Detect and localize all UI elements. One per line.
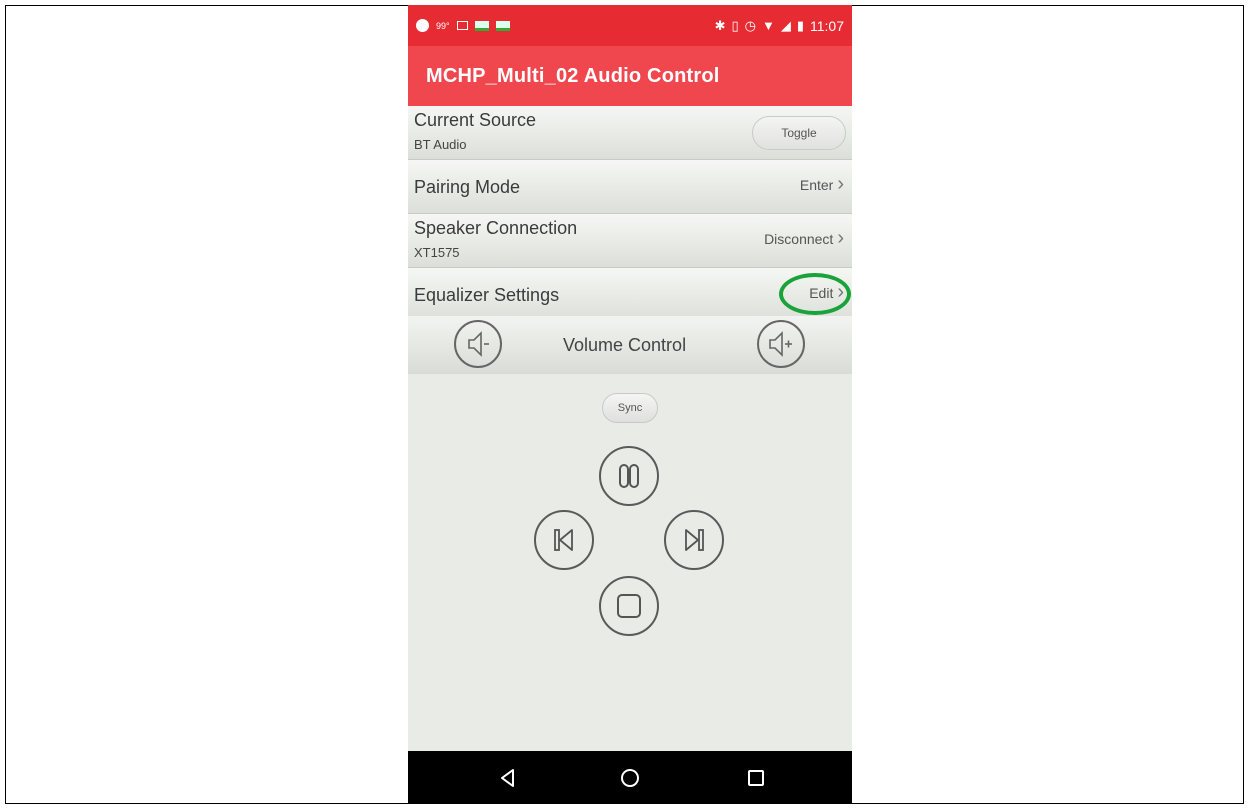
enter-label: Enter: [799, 176, 834, 193]
back-icon[interactable]: [496, 766, 520, 790]
equalizer-settings-row[interactable]: Equalizer Settings Edit ›: [408, 268, 852, 322]
app-title: MCHP_Multi_02 Audio Control: [426, 64, 720, 87]
temperature-text: 99°: [436, 20, 450, 31]
notification-icon: [416, 19, 429, 32]
enter-button[interactable]: Enter ›: [800, 173, 844, 196]
chevron-right-icon: ›: [837, 173, 844, 195]
speaker-connection-title: Speaker Connection: [414, 218, 578, 238]
volume-down-icon: [468, 331, 489, 357]
chevron-right-icon: ›: [837, 227, 844, 249]
stop-button[interactable]: [599, 576, 659, 636]
phone-screen: 99° ✱ ▯ ◷ ▼ ◢ ▮ 11:07 MCHP_Multi_02 Audi…: [408, 5, 852, 804]
current-source-value: BT Audio: [414, 137, 467, 152]
equalizer-settings-title: Equalizer Settings: [414, 285, 560, 305]
recents-icon[interactable]: [744, 766, 768, 790]
sync-button[interactable]: Sync: [602, 393, 658, 423]
pause-icon: [619, 464, 639, 488]
speaker-connection-row[interactable]: Speaker Connection XT1575 Disconnect ›: [408, 214, 852, 268]
signal-icon: ◢: [780, 17, 791, 33]
pairing-mode-title: Pairing Mode: [414, 177, 521, 197]
disconnect-label: Disconnect: [764, 230, 834, 247]
next-icon: [685, 529, 704, 551]
battery-icon: ▮: [796, 17, 804, 33]
toggle-button[interactable]: Toggle: [752, 116, 846, 150]
previous-button[interactable]: [534, 510, 594, 570]
volume-control-row: Volume Control: [408, 316, 852, 374]
navigation-bar: [408, 751, 852, 804]
bluetooth-icon: ✱: [714, 17, 726, 33]
volume-control-label: Volume Control: [563, 335, 687, 355]
volume-up-icon: [769, 331, 792, 357]
speaker-connection-device: XT1575: [414, 245, 460, 260]
volume-down-button[interactable]: [454, 320, 502, 368]
book-icon: [474, 20, 489, 31]
vibrate-icon: ▯: [731, 17, 739, 33]
next-button[interactable]: [664, 510, 724, 570]
highlight-circle: [779, 273, 851, 315]
home-icon[interactable]: [618, 766, 642, 790]
current-source-row: Current Source BT Audio Toggle: [408, 106, 852, 160]
pause-button[interactable]: [599, 446, 659, 506]
alarm-icon: ◷: [744, 17, 756, 33]
app-bar: MCHP_Multi_02 Audio Control: [408, 46, 852, 106]
stop-icon: [617, 594, 641, 618]
volume-up-button[interactable]: [757, 320, 805, 368]
status-bar: 99° ✱ ▯ ◷ ▼ ◢ ▮ 11:07: [408, 5, 852, 46]
current-source-title: Current Source: [414, 110, 537, 130]
book-icon: [495, 20, 510, 31]
wifi-icon: ▼: [761, 18, 775, 33]
disconnect-button[interactable]: Disconnect ›: [764, 227, 844, 250]
pairing-mode-row[interactable]: Pairing Mode Enter ›: [408, 160, 852, 214]
clock-time: 11:07: [810, 17, 844, 34]
image-icon: [456, 21, 468, 30]
previous-icon: [554, 529, 573, 551]
